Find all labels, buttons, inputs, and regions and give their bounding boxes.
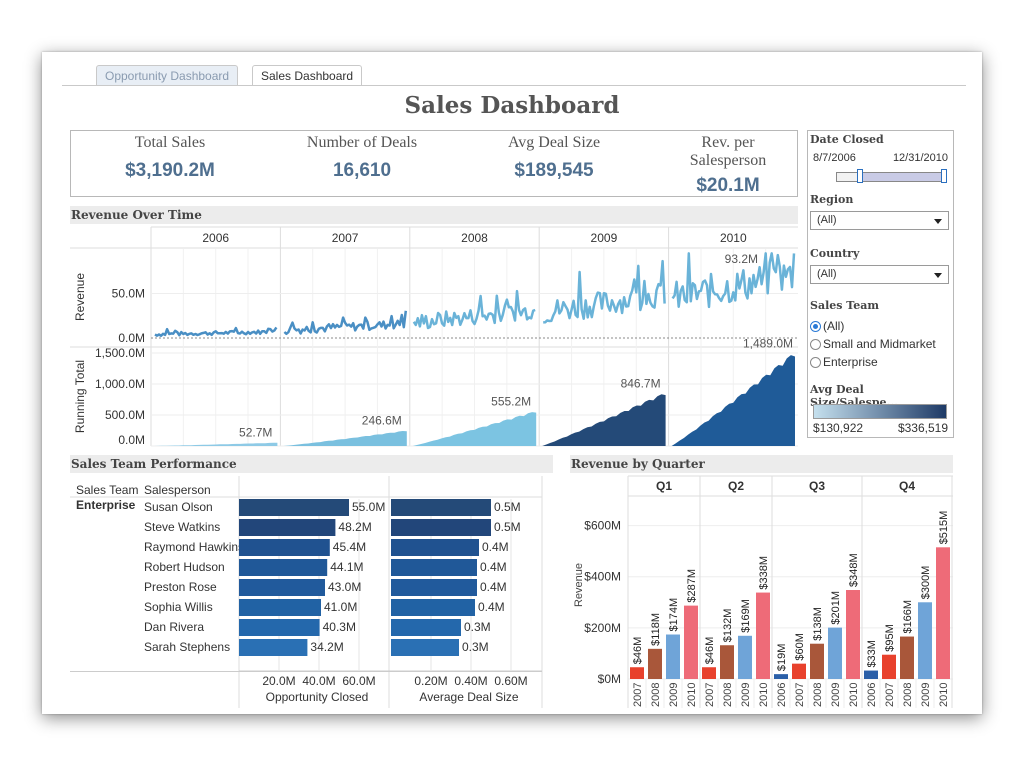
- sales-team-option-enterprise[interactable]: Enterprise: [810, 354, 878, 370]
- radio-icon: [810, 357, 821, 368]
- sales-team-option-small-midmarket[interactable]: Small and Midmarket: [810, 336, 936, 352]
- kpi-rev-per-salesperson: Rev. per Salesperson $20.1M: [668, 134, 788, 197]
- filter-panel: Date Closed 8/7/2006 12/31/2010 Region (…: [807, 130, 954, 438]
- sales-team-option-all[interactable]: (All): [810, 318, 844, 334]
- radio-label: Enterprise: [823, 355, 878, 369]
- color-legend-gradient: [813, 404, 947, 419]
- date-start-value: 8/7/2006: [813, 152, 856, 164]
- chevron-down-icon: [934, 273, 942, 278]
- kpi-label: Number of Deals: [306, 134, 418, 151]
- radio-label: (All): [823, 319, 845, 333]
- country-select[interactable]: (All): [810, 265, 949, 284]
- kpi-label: Avg Deal Size: [507, 134, 601, 151]
- tab-sales-dashboard[interactable]: Sales Dashboard: [252, 65, 363, 85]
- date-end-handle[interactable]: [941, 169, 947, 183]
- section-sales-team-performance: Sales Team Performance: [70, 455, 553, 473]
- section-revenue-over-time: Revenue Over Time: [70, 206, 798, 224]
- page-title: Sales Dashboard: [404, 92, 620, 119]
- kpi-value: 16,610: [332, 160, 392, 181]
- kpi-label: Total Sales: [134, 134, 206, 151]
- kpi-total-sales: Total Sales $3,190.2M: [105, 134, 235, 182]
- section-revenue-by-quarter: Revenue by Quarter: [570, 455, 953, 473]
- date-start-handle[interactable]: [857, 169, 863, 183]
- kpi-value: $20.1M: [696, 175, 760, 196]
- date-end-value: 12/31/2010: [892, 152, 948, 164]
- sales-team-label: Sales Team: [810, 299, 879, 312]
- kpi-label: Rev. per: [701, 134, 755, 151]
- date-range-fill: [861, 173, 947, 181]
- tab-opportunity-dashboard[interactable]: Opportunity Dashboard: [96, 65, 239, 85]
- region-select-value: (All): [817, 214, 837, 226]
- color-legend-max: $336,519: [897, 421, 948, 435]
- kpi-avg-deal-size: Avg Deal Size $189,545: [484, 134, 624, 182]
- country-label: Country: [810, 247, 860, 260]
- region-select[interactable]: (All): [810, 211, 949, 230]
- date-range-slider[interactable]: [836, 172, 947, 182]
- radio-selected-icon: [810, 321, 821, 332]
- kpi-value: $3,190.2M: [125, 160, 215, 181]
- kpi-label: Salesperson: [689, 152, 767, 169]
- chevron-down-icon: [934, 219, 942, 224]
- kpi-number-of-deals: Number of Deals 16,610: [292, 134, 432, 182]
- date-closed-label: Date Closed: [810, 133, 884, 146]
- kpi-value: $189,545: [514, 160, 594, 181]
- radio-icon: [810, 339, 821, 350]
- country-select-value: (All): [817, 268, 837, 280]
- tab-strip-divider: [62, 85, 966, 86]
- region-label: Region: [810, 193, 854, 206]
- radio-label: Small and Midmarket: [823, 337, 936, 351]
- kpi-strip: Total Sales $3,190.2M Number of Deals 16…: [70, 130, 798, 197]
- color-legend-min: $130,922: [813, 421, 864, 435]
